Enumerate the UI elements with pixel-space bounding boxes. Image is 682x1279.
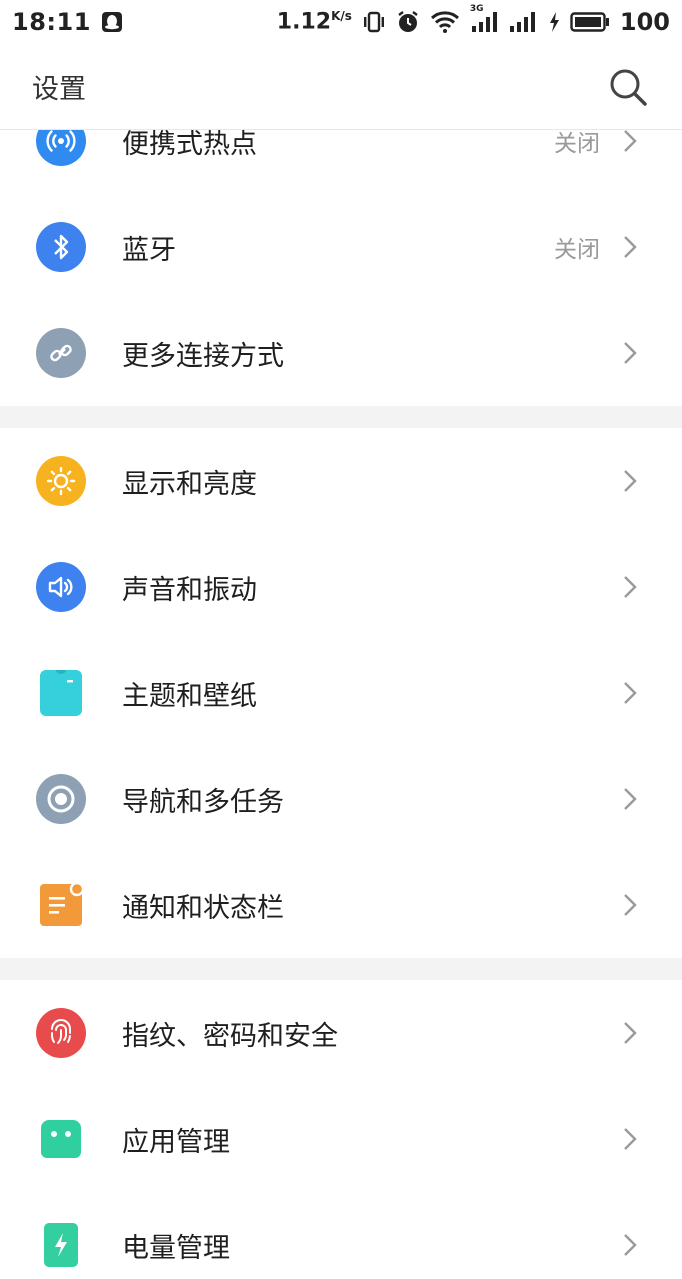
network-speed: 1.12K/s xyxy=(277,9,352,34)
chevron-right-icon xyxy=(622,786,638,812)
fingerprint-icon xyxy=(36,1008,86,1058)
charging-icon xyxy=(548,11,560,33)
network-type: 3G xyxy=(469,4,484,14)
setting-row-hotspot[interactable]: 便携式热点 关闭 xyxy=(0,130,682,194)
setting-label: 通知和状态栏 xyxy=(122,892,284,924)
setting-label: 显示和亮度 xyxy=(122,468,257,500)
theme-shirt-icon xyxy=(40,670,82,716)
group-divider xyxy=(0,406,682,428)
setting-row-sound[interactable]: 声音和振动 xyxy=(0,534,682,640)
setting-row-theme[interactable]: 主题和壁纸 xyxy=(0,640,682,746)
chevron-right-icon xyxy=(622,574,638,600)
vibrate-icon xyxy=(362,11,386,33)
bluetooth-icon xyxy=(36,222,86,272)
status-bar: 18:11 1.12K/s 3G 100 xyxy=(0,0,682,44)
android-icon xyxy=(41,1120,81,1158)
search-icon xyxy=(610,69,647,106)
setting-value: 关闭 xyxy=(554,131,600,157)
setting-label: 更多连接方式 xyxy=(122,340,284,372)
navigation-icon xyxy=(36,774,86,824)
chevron-right-icon xyxy=(622,130,638,154)
setting-row-bluetooth[interactable]: 蓝牙 关闭 xyxy=(0,194,682,300)
chevron-right-icon xyxy=(622,1020,638,1046)
page-title: 设置 xyxy=(32,74,86,105)
qq-notification-icon xyxy=(101,11,123,33)
group-divider xyxy=(0,958,682,980)
setting-row-more-connections[interactable]: 更多连接方式 xyxy=(0,300,682,406)
setting-label: 指纹、密码和安全 xyxy=(122,1020,338,1052)
chevron-right-icon xyxy=(622,1126,638,1152)
setting-row-apps[interactable]: 应用管理 xyxy=(0,1086,682,1192)
battery-level: 100 xyxy=(619,8,670,36)
battery-icon xyxy=(570,11,610,33)
setting-row-battery[interactable]: 电量管理 xyxy=(0,1192,682,1279)
network-speed-value: 1.12 xyxy=(276,9,332,35)
setting-label: 声音和振动 xyxy=(122,574,257,606)
setting-label: 导航和多任务 xyxy=(122,786,284,818)
setting-label: 主题和壁纸 xyxy=(122,680,257,712)
status-time: 18:11 xyxy=(12,8,91,36)
settings-list[interactable]: 便携式热点 关闭 蓝牙 关闭 更多连接方式 显示和亮度 声音和振动 主题和壁纸 … xyxy=(0,130,682,1279)
speaker-icon xyxy=(36,562,86,612)
setting-label: 便携式热点 xyxy=(122,130,257,160)
setting-label: 电量管理 xyxy=(122,1232,230,1264)
setting-row-notifications[interactable]: 通知和状态栏 xyxy=(0,852,682,958)
chevron-right-icon xyxy=(622,1232,638,1258)
chevron-right-icon xyxy=(622,680,638,706)
setting-row-display[interactable]: 显示和亮度 xyxy=(0,428,682,534)
search-button[interactable] xyxy=(606,65,650,109)
hotspot-icon xyxy=(36,130,86,166)
chevron-right-icon xyxy=(622,234,638,260)
signal-icon xyxy=(508,10,538,34)
network-speed-unit: K/s xyxy=(331,9,352,24)
alarm-icon xyxy=(396,10,420,34)
signal-3g-icon: 3G xyxy=(470,4,498,34)
link-icon xyxy=(36,328,86,378)
setting-row-security[interactable]: 指纹、密码和安全 xyxy=(0,980,682,1086)
setting-label: 应用管理 xyxy=(122,1126,230,1158)
wifi-icon xyxy=(430,10,460,34)
brightness-icon xyxy=(36,456,86,506)
app-bar: 设置 xyxy=(0,44,682,130)
setting-row-navigation[interactable]: 导航和多任务 xyxy=(0,746,682,852)
chevron-right-icon xyxy=(622,892,638,918)
setting-label: 蓝牙 xyxy=(122,234,176,266)
chevron-right-icon xyxy=(622,340,638,366)
chevron-right-icon xyxy=(622,468,638,494)
notification-icon xyxy=(40,884,82,926)
battery-charge-icon xyxy=(44,1223,78,1267)
setting-value: 关闭 xyxy=(554,237,600,263)
